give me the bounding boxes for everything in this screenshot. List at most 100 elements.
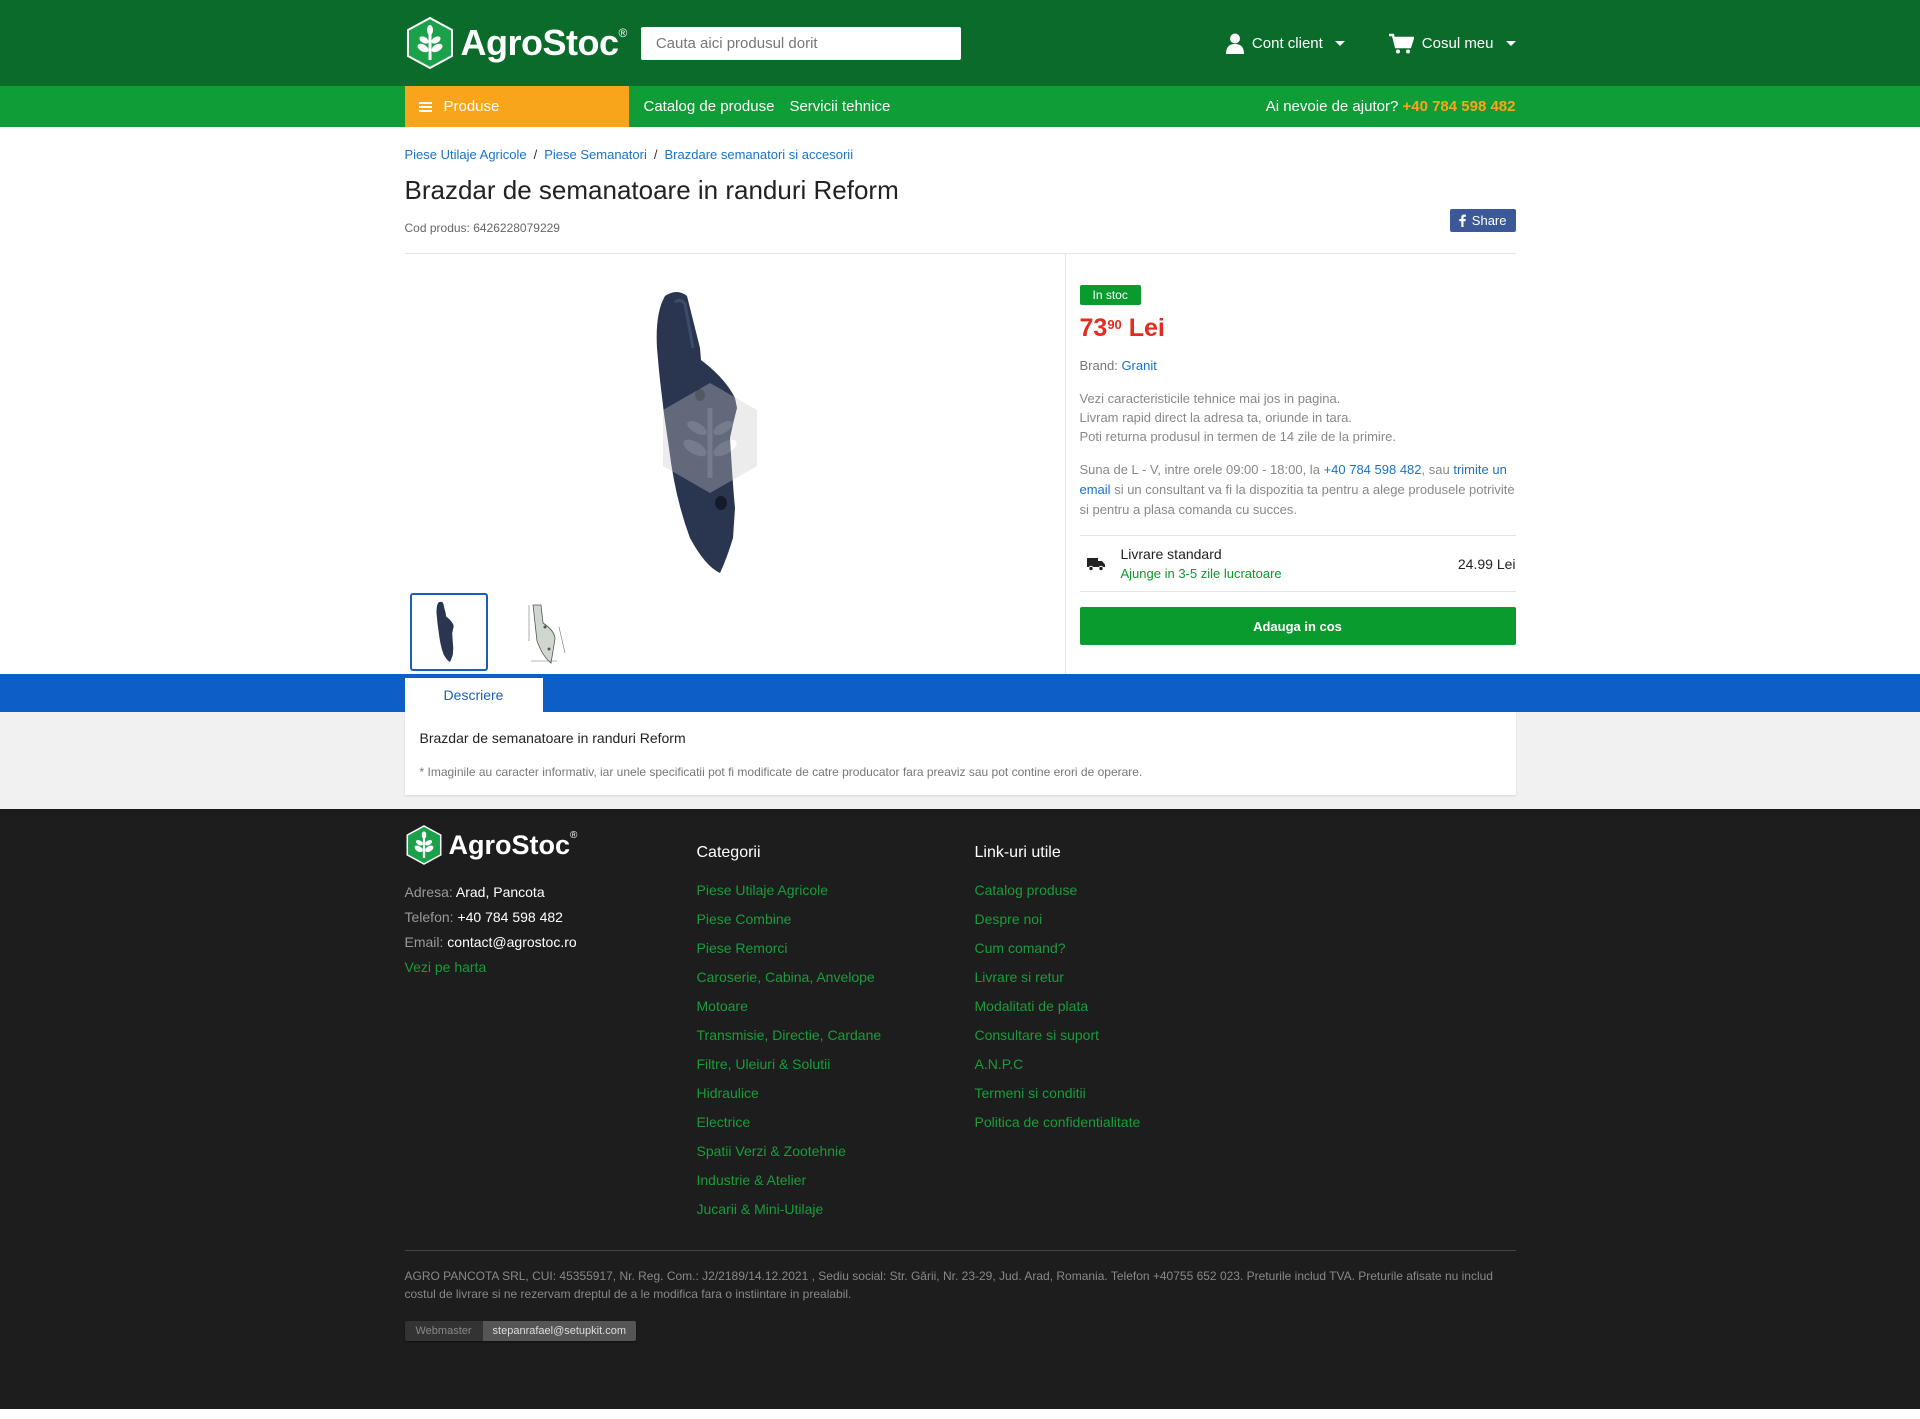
nav-item-catalog[interactable]: Catalog de produse [644,98,775,115]
technical-drawing-thumbnail [528,604,565,664]
price-currency: Lei [1128,314,1165,342]
phone-value: +40 784 598 482 [457,909,563,925]
footer-category-link[interactable]: Industrie & Atelier [697,1172,807,1188]
truck-icon [1086,557,1105,571]
map-link[interactable]: Vezi pe harta [405,959,487,975]
email-value: contact@agrostoc.ro [447,934,577,950]
legal-text: AGRO PANCOTA SRL, CUI: 45355917, Nr. Reg… [404,1269,1493,1301]
breadcrumb-item[interactable]: Brazdare semanatori si accesorii [665,147,854,162]
description-line: Livram rapid direct la adresa ta, oriund… [1079,410,1352,425]
contact-info: Suna de L - V, intre orele 09:00 - 18:00… [1080,460,1516,520]
footer-useful-link[interactable]: Termeni si conditii [975,1085,1086,1101]
price-integer: 73 [1079,314,1108,342]
brand-link[interactable]: Granit [1121,358,1156,373]
facebook-icon [1458,214,1466,227]
delivery-option: Livrare standard Ajunge in 3-5 zile lucr… [1079,535,1516,592]
delivery-estimate: Ajunge in 3-5 zile lucratoare [1120,566,1282,581]
footer-useful-link[interactable]: A.N.P.C [975,1056,1024,1072]
help-phone-link[interactable]: +40 784 598 482 [1402,98,1515,115]
product-section: Piese Utilaje Agricole / Piese Semanatori /… [404,127,1516,674]
footer-useful-link[interactable]: Catalog produse [975,882,1078,898]
account-label: Cont client [1251,34,1323,52]
footer-useful-link[interactable]: Cum comand? [975,940,1066,956]
footer-logo[interactable]: AgroStoc® [405,824,697,866]
products-menu-label: Produse [443,98,500,115]
address-label: Adresa: [404,884,453,900]
footer-category-link[interactable]: Piese Combine [697,911,792,927]
tab-description[interactable]: Descriere [404,678,543,712]
contact-text: Suna de L - V, intre orele 09:00 - 18:00… [1079,462,1320,477]
stock-badge: In stoc [1079,285,1141,305]
webmaster-badge[interactable]: Webmaster stepanrafael@setupkit.com [404,1321,637,1341]
footer-useful-link[interactable]: Politica de confidentialitate [975,1114,1141,1130]
footer-useful-link[interactable]: Livrare si retur [975,969,1064,985]
footer-divider [404,1250,1516,1251]
page-title: Brazdar de semanatoare in randuri Reform [404,175,899,205]
footer-category-link[interactable]: Hidraulice [697,1085,759,1101]
chevron-down-icon [1505,40,1516,46]
footer-useful-link[interactable]: Consultare si suport [975,1027,1100,1043]
phone-label: Telefon: [404,909,454,925]
facebook-share-button[interactable]: Share [1449,209,1516,232]
chevron-down-icon [1334,40,1345,46]
user-icon [1225,33,1244,54]
footer-brand-name: AgroStoc® [448,829,578,860]
footer-category-link[interactable]: Jucarii & Mini-Utilaje [697,1201,824,1217]
tab-bar: Descriere [0,674,1920,712]
footer-useful-link[interactable]: Despre noi [975,911,1043,927]
contact-phone-link[interactable]: +40 784 598 482 [1324,462,1422,477]
brand-name: AgroStoc® [460,22,628,63]
useful-links-heading: Link-uri utile [974,844,1061,861]
footer-category-link[interactable]: Piese Utilaje Agricole [697,882,829,898]
breadcrumb: Piese Utilaje Agricole / Piese Semanatori /… [404,147,854,162]
top-header: AgroStoc® Cont client Cosul meu [0,0,1920,86]
categories-list: Piese Utilaje Agricole Piese Combine Pie… [697,876,975,1224]
help-text: Ai nevoie de ajutor? [1265,98,1399,115]
price-decimals: 90 [1107,317,1122,332]
price: 7390 Lei [1080,314,1516,343]
webmaster-email: stepanrafael@setupkit.com [482,1321,637,1341]
add-to-cart-button[interactable]: Adauga in cos [1079,607,1516,645]
logo[interactable]: AgroStoc® [405,16,627,70]
search-input[interactable] [640,26,961,60]
main-nav: Produse Catalog de produse Servicii tehn… [0,86,1920,127]
disclaimer-note: * Imaginile au caracter informativ, iar … [419,765,1143,779]
thumbnail-2[interactable] [501,593,580,671]
footer-category-link[interactable]: Filtre, Uleiuri & Solutii [697,1056,831,1072]
thumbnail-1[interactable] [409,593,488,671]
breadcrumb-item[interactable]: Piese Semanatori [544,147,647,162]
address-value: Arad, Pancota [455,884,545,900]
product-thumbnail-image [436,601,454,662]
webmaster-label: Webmaster [404,1321,483,1341]
footer-category-link[interactable]: Spatii Verzi & Zootehnie [697,1143,846,1159]
nav-item-technical-services[interactable]: Servicii tehnice [789,98,890,115]
contact-text: si un consultant va fi la dispozitia ta … [1079,482,1515,517]
account-menu[interactable]: Cont client [1225,33,1345,54]
products-menu-button[interactable]: Produse [404,86,629,127]
description-title: Brazdar de semanatoare in randuri Reform [419,730,686,746]
leaf-logo-icon [406,825,441,865]
cart-menu[interactable]: Cosul meu [1388,33,1516,54]
short-description: Vezi caracteristicile tehnice mai jos in… [1080,389,1516,446]
footer: AgroStoc® Adresa: Arad, Pancota Telefon:… [0,809,1920,1409]
thumbnail-list [409,593,1065,671]
footer-category-link[interactable]: Motoare [697,998,748,1014]
product-main-image[interactable] [645,288,785,578]
breadcrumb-item[interactable]: Piese Utilaje Agricole [405,147,527,162]
help-line: Ai nevoie de ajutor? +40 784 598 482 [1266,98,1516,115]
menu-icon [418,101,432,112]
description-line: Poti returna produsul in termen de 14 zi… [1079,429,1397,444]
footer-category-link[interactable]: Electrice [697,1114,751,1130]
product-info: In stoc 7390 Lei Brand: Granit Vezi cara… [1066,254,1516,674]
footer-category-link[interactable]: Caroserie, Cabina, Anvelope [697,969,875,985]
footer-useful-link[interactable]: Modalitati de plata [975,998,1089,1014]
email-label: Email: [404,934,444,950]
brand-label: Brand: [1079,358,1118,373]
product-code: Cod produs: 6426228079229 [404,221,560,235]
product-gallery [405,254,1066,674]
useful-links-list: Catalog produse Despre noi Cum comand? L… [975,876,1141,1137]
footer-category-link[interactable]: Piese Remorci [697,940,788,956]
footer-category-link[interactable]: Transmisie, Directie, Cardane [697,1027,882,1043]
cart-icon [1388,33,1414,53]
company-contact: Adresa: Arad, Pancota Telefon: +40 784 5… [405,880,697,980]
